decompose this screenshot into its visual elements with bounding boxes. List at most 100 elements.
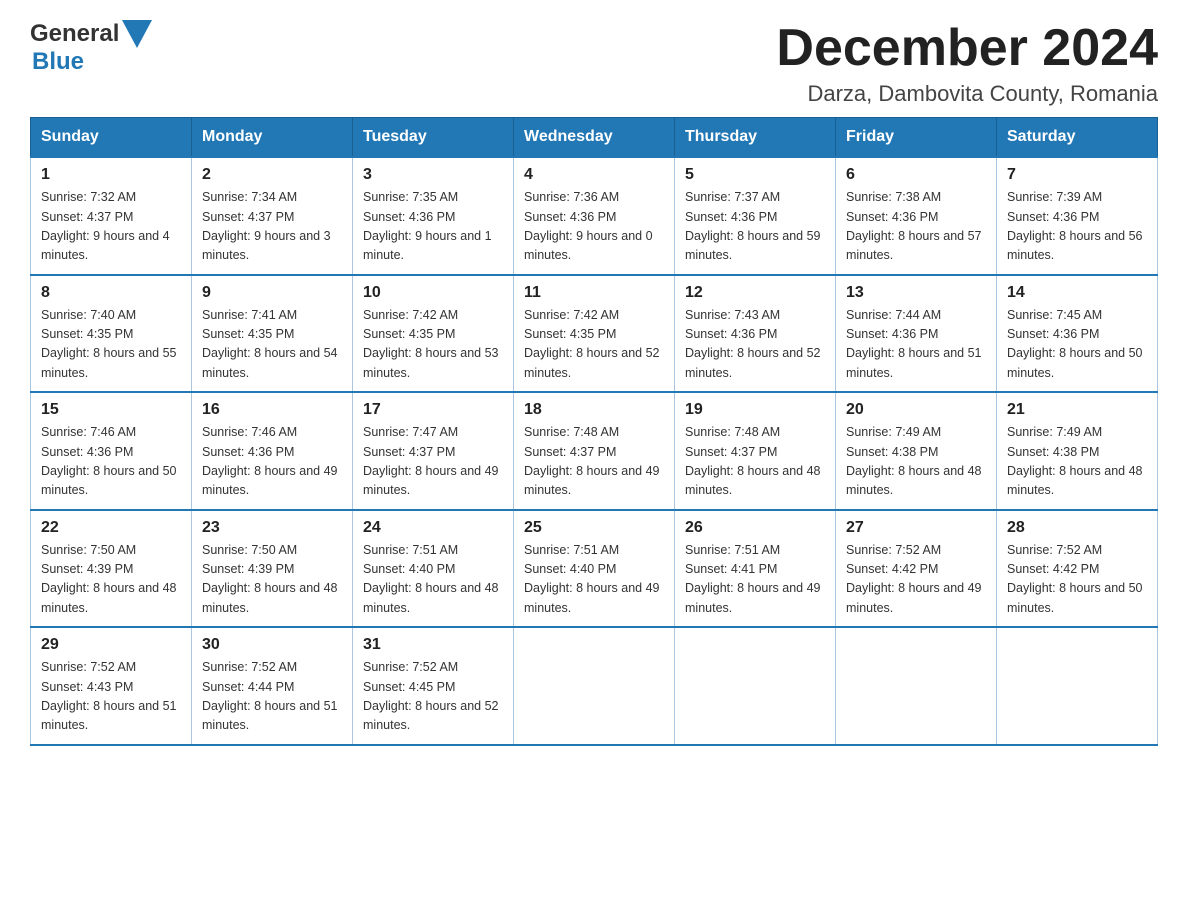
calendar-cell: 18Sunrise: 7:48 AMSunset: 4:37 PMDayligh… bbox=[514, 392, 675, 510]
month-title: December 2024 bbox=[776, 20, 1158, 77]
calendar-cell: 20 Sunrise: 7:49 AMSunset: 4:38 PMDayligh… bbox=[836, 392, 997, 510]
day-number: 26 bbox=[685, 519, 825, 537]
day-info: Sunrise: 7:51 AMSunset: 4:41 PMDaylight:… bbox=[685, 541, 825, 619]
day-info: Sunrise: 7:52 AMSunset: 4:44 PMDaylight:… bbox=[202, 658, 342, 736]
column-header-thursday: Thursday bbox=[675, 118, 836, 158]
day-info: Sunrise: 7:40 AMSunset: 4:35 PMDaylight:… bbox=[41, 306, 181, 384]
calendar-cell: 31Sunrise: 7:52 AMSunset: 4:45 PMDayligh… bbox=[353, 627, 514, 745]
day-info: Sunrise: 7:49 AMSunset: 4:38 PMDaylight:… bbox=[846, 423, 986, 501]
day-number: 24 bbox=[363, 519, 503, 537]
day-info: Sunrise: 7:51 AMSunset: 4:40 PMDaylight:… bbox=[524, 541, 664, 619]
calendar-cell: 12 Sunrise: 7:43 AMSunset: 4:36 PMDayligh… bbox=[675, 275, 836, 393]
day-info: Sunrise: 7:52 AMSunset: 4:42 PMDaylight:… bbox=[846, 541, 986, 619]
day-number: 20 bbox=[846, 401, 986, 419]
calendar-cell bbox=[514, 627, 675, 745]
day-number: 30 bbox=[202, 636, 342, 654]
day-number: 12 bbox=[685, 284, 825, 302]
day-number: 31 bbox=[363, 636, 503, 654]
day-info: Sunrise: 7:46 AMSunset: 4:36 PMDaylight:… bbox=[202, 423, 342, 501]
calendar-cell: 5 Sunrise: 7:37 AMSunset: 4:36 PMDaylight… bbox=[675, 157, 836, 275]
calendar-cell: 7Sunrise: 7:39 AMSunset: 4:36 PMDaylight… bbox=[997, 157, 1158, 275]
calendar-cell: 28 Sunrise: 7:52 AMSunset: 4:42 PMDayligh… bbox=[997, 510, 1158, 628]
calendar-cell: 6 Sunrise: 7:38 AMSunset: 4:36 PMDaylight… bbox=[836, 157, 997, 275]
day-info: Sunrise: 7:45 AMSunset: 4:36 PMDaylight:… bbox=[1007, 306, 1147, 384]
day-info: Sunrise: 7:35 AMSunset: 4:36 PMDaylight:… bbox=[363, 188, 503, 266]
calendar-cell: 17Sunrise: 7:47 AMSunset: 4:37 PMDayligh… bbox=[353, 392, 514, 510]
calendar-cell: 10Sunrise: 7:42 AMSunset: 4:35 PMDayligh… bbox=[353, 275, 514, 393]
week-row-4: 22 Sunrise: 7:50 AMSunset: 4:39 PMDayligh… bbox=[31, 510, 1158, 628]
day-number: 21 bbox=[1007, 401, 1147, 419]
calendar-cell: 21 Sunrise: 7:49 AMSunset: 4:38 PMDayligh… bbox=[997, 392, 1158, 510]
calendar-table: SundayMondayTuesdayWednesdayThursdayFrid… bbox=[30, 117, 1158, 746]
day-number: 22 bbox=[41, 519, 181, 537]
day-number: 15 bbox=[41, 401, 181, 419]
day-number: 23 bbox=[202, 519, 342, 537]
day-info: Sunrise: 7:37 AMSunset: 4:36 PMDaylight:… bbox=[685, 188, 825, 266]
calendar-cell: 13 Sunrise: 7:44 AMSunset: 4:36 PMDayligh… bbox=[836, 275, 997, 393]
day-number: 9 bbox=[202, 284, 342, 302]
column-header-tuesday: Tuesday bbox=[353, 118, 514, 158]
day-info: Sunrise: 7:38 AMSunset: 4:36 PMDaylight:… bbox=[846, 188, 986, 266]
column-header-friday: Friday bbox=[836, 118, 997, 158]
calendar-cell: 4 Sunrise: 7:36 AMSunset: 4:36 PMDaylight… bbox=[514, 157, 675, 275]
column-header-saturday: Saturday bbox=[997, 118, 1158, 158]
calendar-cell: 3Sunrise: 7:35 AMSunset: 4:36 PMDaylight… bbox=[353, 157, 514, 275]
day-info: Sunrise: 7:39 AMSunset: 4:36 PMDaylight:… bbox=[1007, 188, 1147, 266]
day-info: Sunrise: 7:36 AMSunset: 4:36 PMDaylight:… bbox=[524, 188, 664, 266]
calendar-cell: 11 Sunrise: 7:42 AMSunset: 4:35 PMDayligh… bbox=[514, 275, 675, 393]
logo-icon bbox=[122, 20, 152, 48]
day-number: 25 bbox=[524, 519, 664, 537]
day-number: 6 bbox=[846, 166, 986, 184]
calendar-cell: 19Sunrise: 7:48 AMSunset: 4:37 PMDayligh… bbox=[675, 392, 836, 510]
day-info: Sunrise: 7:43 AMSunset: 4:36 PMDaylight:… bbox=[685, 306, 825, 384]
day-info: Sunrise: 7:49 AMSunset: 4:38 PMDaylight:… bbox=[1007, 423, 1147, 501]
day-number: 1 bbox=[41, 166, 181, 184]
days-header-row: SundayMondayTuesdayWednesdayThursdayFrid… bbox=[31, 118, 1158, 158]
day-info: Sunrise: 7:50 AMSunset: 4:39 PMDaylight:… bbox=[41, 541, 181, 619]
day-number: 27 bbox=[846, 519, 986, 537]
calendar-cell: 29Sunrise: 7:52 AMSunset: 4:43 PMDayligh… bbox=[31, 627, 192, 745]
day-info: Sunrise: 7:50 AMSunset: 4:39 PMDaylight:… bbox=[202, 541, 342, 619]
day-number: 16 bbox=[202, 401, 342, 419]
logo: General Blue bbox=[30, 20, 152, 76]
calendar-cell bbox=[675, 627, 836, 745]
calendar-cell: 8 Sunrise: 7:40 AMSunset: 4:35 PMDaylight… bbox=[31, 275, 192, 393]
calendar-cell: 22 Sunrise: 7:50 AMSunset: 4:39 PMDayligh… bbox=[31, 510, 192, 628]
day-number: 2 bbox=[202, 166, 342, 184]
calendar-cell: 27 Sunrise: 7:52 AMSunset: 4:42 PMDayligh… bbox=[836, 510, 997, 628]
column-header-sunday: Sunday bbox=[31, 118, 192, 158]
logo-text-blue: Blue bbox=[32, 48, 84, 76]
day-info: Sunrise: 7:41 AMSunset: 4:35 PMDaylight:… bbox=[202, 306, 342, 384]
calendar-cell: 9 Sunrise: 7:41 AMSunset: 4:35 PMDaylight… bbox=[192, 275, 353, 393]
column-header-monday: Monday bbox=[192, 118, 353, 158]
day-info: Sunrise: 7:46 AMSunset: 4:36 PMDaylight:… bbox=[41, 423, 181, 501]
day-number: 11 bbox=[524, 284, 664, 302]
day-number: 13 bbox=[846, 284, 986, 302]
calendar-cell: 25 Sunrise: 7:51 AMSunset: 4:40 PMDayligh… bbox=[514, 510, 675, 628]
day-number: 28 bbox=[1007, 519, 1147, 537]
week-row-5: 29Sunrise: 7:52 AMSunset: 4:43 PMDayligh… bbox=[31, 627, 1158, 745]
day-number: 18 bbox=[524, 401, 664, 419]
day-number: 8 bbox=[41, 284, 181, 302]
logo-text-general: General bbox=[30, 20, 119, 48]
day-info: Sunrise: 7:51 AMSunset: 4:40 PMDaylight:… bbox=[363, 541, 503, 619]
day-number: 29 bbox=[41, 636, 181, 654]
location-title: Darza, Dambovita County, Romania bbox=[776, 81, 1158, 107]
day-number: 19 bbox=[685, 401, 825, 419]
day-number: 4 bbox=[524, 166, 664, 184]
day-info: Sunrise: 7:34 AMSunset: 4:37 PMDaylight:… bbox=[202, 188, 342, 266]
day-info: Sunrise: 7:52 AMSunset: 4:42 PMDaylight:… bbox=[1007, 541, 1147, 619]
day-number: 5 bbox=[685, 166, 825, 184]
day-number: 14 bbox=[1007, 284, 1147, 302]
calendar-cell: 14 Sunrise: 7:45 AMSunset: 4:36 PMDayligh… bbox=[997, 275, 1158, 393]
calendar-cell: 26 Sunrise: 7:51 AMSunset: 4:41 PMDayligh… bbox=[675, 510, 836, 628]
day-info: Sunrise: 7:42 AMSunset: 4:35 PMDaylight:… bbox=[363, 306, 503, 384]
day-info: Sunrise: 7:44 AMSunset: 4:36 PMDaylight:… bbox=[846, 306, 986, 384]
day-number: 17 bbox=[363, 401, 503, 419]
column-header-wednesday: Wednesday bbox=[514, 118, 675, 158]
calendar-cell: 30 Sunrise: 7:52 AMSunset: 4:44 PMDayligh… bbox=[192, 627, 353, 745]
title-section: December 2024 Darza, Dambovita County, R… bbox=[776, 20, 1158, 107]
calendar-cell: 16 Sunrise: 7:46 AMSunset: 4:36 PMDayligh… bbox=[192, 392, 353, 510]
page-header: General Blue December 2024 Darza, Dambov… bbox=[30, 20, 1158, 107]
day-info: Sunrise: 7:42 AMSunset: 4:35 PMDaylight:… bbox=[524, 306, 664, 384]
